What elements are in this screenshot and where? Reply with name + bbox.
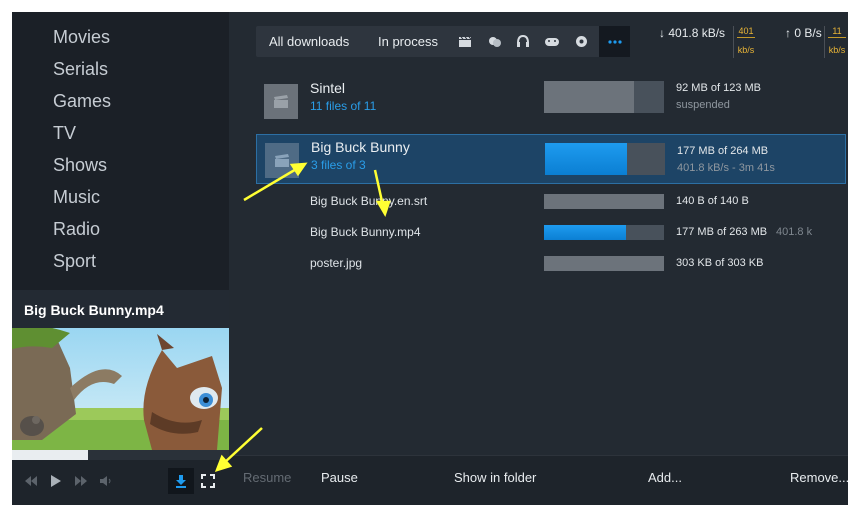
resume-button[interactable]: Resume [243, 470, 291, 485]
filter-more[interactable] [599, 26, 630, 57]
download-mode-button[interactable] [168, 468, 194, 494]
download-meter-unit: kb/s [737, 45, 755, 55]
upload-speed: ↑ 0 B/s [785, 26, 822, 40]
headphones-icon [517, 35, 529, 47]
category-list: Movies Serials Games TV Shows Music Radi… [53, 25, 111, 281]
filter-in-process[interactable]: In process [378, 26, 438, 57]
seek-bar[interactable] [12, 450, 229, 460]
file-name: Big Buck Bunny.en.srt [310, 194, 428, 208]
download-speed-meter: 401 kb/s [733, 26, 755, 58]
rewind-button[interactable] [20, 470, 42, 492]
category-serials[interactable]: Serials [53, 57, 111, 89]
clapperboard-icon [275, 153, 289, 167]
volume-icon [100, 476, 111, 486]
filter-bar: All downloads In process [256, 26, 630, 57]
upload-speed-meter: 11 kb/s [824, 26, 846, 58]
upload-meter-unit: kb/s [828, 45, 846, 55]
add-button[interactable]: Add... [648, 470, 682, 485]
clapperboard-icon [274, 94, 288, 108]
download-row-selected[interactable]: Big Buck Bunny 3 files of 3 177 MB of 26… [256, 134, 846, 184]
download-progress [545, 143, 665, 175]
file-progress [544, 225, 664, 240]
download-thumbnail [264, 84, 298, 119]
rewind-icon [25, 476, 37, 486]
volume-button[interactable] [95, 470, 117, 492]
download-arrow-icon: ↓ [659, 26, 665, 40]
file-size: 140 B of 140 B [676, 195, 749, 207]
file-progress-fill [544, 256, 664, 271]
gamepad-icon [545, 38, 559, 46]
filter-music[interactable] [510, 26, 536, 57]
download-size: 177 MB of 264 MB [677, 145, 769, 157]
remove-button[interactable]: Remove... [790, 470, 848, 485]
file-row[interactable]: Big Buck Bunny.mp4 177 MB of 263 MB 401.… [256, 217, 846, 247]
fullscreen-button[interactable] [197, 470, 219, 492]
category-tv[interactable]: TV [53, 121, 111, 153]
download-name: Sintel [310, 80, 346, 96]
category-shows[interactable]: Shows [53, 153, 111, 185]
filter-shows[interactable] [482, 26, 508, 57]
play-button[interactable] [45, 470, 67, 492]
download-icon [176, 475, 186, 488]
fast-forward-button[interactable] [70, 470, 92, 492]
filter-movies[interactable] [452, 26, 478, 57]
upload-meter-value: 11 [828, 26, 846, 38]
file-progress [544, 256, 664, 271]
sidebar: Movies Serials Games TV Shows Music Radi… [12, 12, 229, 505]
action-bar: Resume Pause Show in folder Add... Remov… [229, 455, 848, 505]
file-name: Big Buck Bunny.mp4 [310, 225, 421, 239]
category-radio[interactable]: Radio [53, 217, 111, 249]
preview-title: Big Buck Bunny.mp4 [12, 290, 229, 328]
file-progress [544, 194, 664, 209]
download-progress-fill [545, 143, 627, 175]
file-row[interactable]: poster.jpg 303 KB of 303 KB [256, 248, 846, 278]
theater-masks-icon [489, 36, 501, 47]
download-speed-value: 401.8 kB/s [668, 26, 726, 40]
category-games[interactable]: Games [53, 89, 111, 121]
download-progress [544, 81, 664, 113]
file-size: 303 KB of 303 KB [676, 257, 764, 269]
download-name: Big Buck Bunny [311, 139, 410, 155]
app-window: Movies Serials Games TV Shows Music Radi… [12, 12, 848, 505]
more-icon [607, 39, 622, 44]
player-controls [12, 460, 229, 505]
downloads-panel: All downloads In process ↓ 401.8 kB/s 40… [229, 12, 848, 505]
filter-all-downloads[interactable]: All downloads [269, 26, 349, 57]
seek-fill [12, 450, 88, 460]
file-row[interactable]: Big Buck Bunny.en.srt 140 B of 140 B [256, 186, 846, 216]
file-size: 177 MB of 263 MB [676, 226, 768, 238]
download-files-count[interactable]: 3 files of 3 [311, 158, 366, 172]
filter-sport[interactable] [568, 26, 594, 57]
play-icon [51, 475, 61, 487]
download-thumbnail [265, 143, 299, 178]
filter-games[interactable] [539, 26, 565, 57]
upload-speed-value: 0 B/s [794, 26, 822, 40]
show-in-folder-button[interactable]: Show in folder [454, 470, 536, 485]
file-name: poster.jpg [310, 256, 363, 270]
pause-button[interactable]: Pause [321, 470, 358, 485]
video-preview[interactable] [12, 328, 229, 450]
soccer-ball-icon [575, 36, 587, 47]
fullscreen-icon [201, 474, 215, 488]
file-progress-fill [544, 194, 664, 209]
category-music[interactable]: Music [53, 185, 111, 217]
download-size: 92 MB of 123 MB [676, 82, 761, 94]
category-sport[interactable]: Sport [53, 249, 111, 281]
fast-forward-icon [75, 476, 87, 486]
download-speed: ↓ 401.8 kB/s [659, 26, 725, 40]
download-row[interactable]: Sintel 11 files of 11 92 MB of 123 MB su… [256, 76, 846, 126]
download-meter-value: 401 [737, 26, 755, 38]
download-status: suspended [676, 99, 730, 111]
download-files-count[interactable]: 11 files of 11 [310, 99, 376, 113]
file-speed: 401.8 k [776, 226, 813, 238]
category-movies[interactable]: Movies [53, 25, 111, 57]
download-progress-fill [544, 81, 634, 113]
download-status: 401.8 kB/s - 3m 41s [677, 162, 775, 174]
film-icon [459, 36, 472, 47]
file-progress-fill [544, 225, 626, 240]
upload-arrow-icon: ↑ [785, 26, 791, 40]
